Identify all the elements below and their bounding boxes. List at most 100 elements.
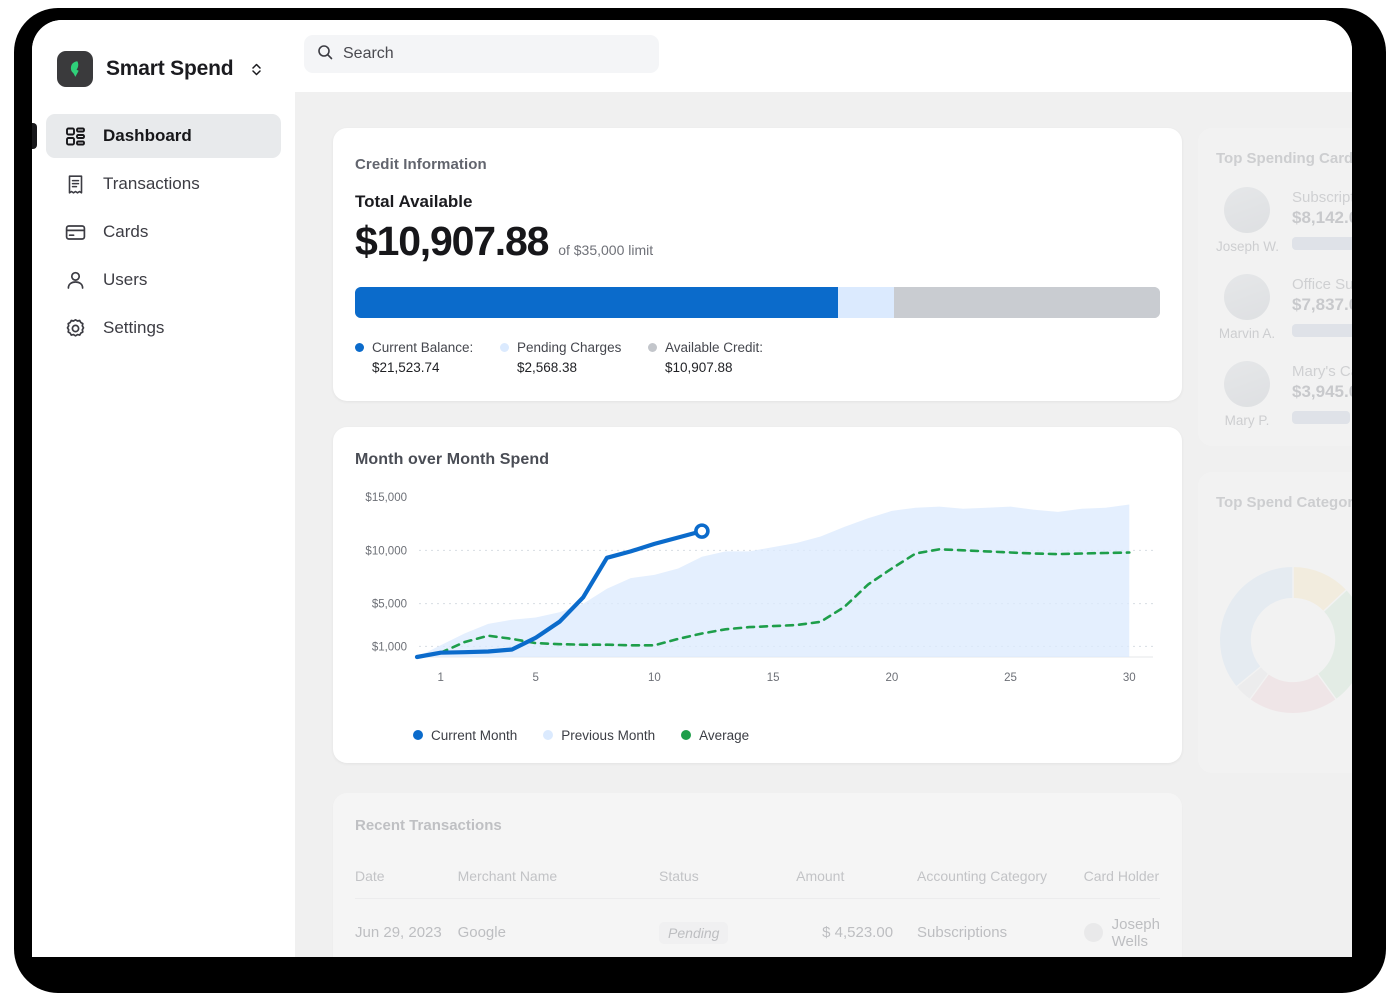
legend-label: Pending Charges: [517, 340, 622, 355]
credit-information-card: Credit Information Total Available $10,9…: [333, 128, 1182, 401]
table-header-row: Date Merchant Name Status Amount Account…: [355, 853, 1160, 899]
sidebar-item-transactions[interactable]: Transactions: [46, 162, 281, 206]
donut-chart: [1216, 525, 1352, 755]
credit-limit-text: of $35,000 limit: [558, 242, 654, 258]
column-header-merchant[interactable]: Merchant Name: [457, 853, 660, 899]
svg-text:5: 5: [533, 672, 539, 684]
legend-label: Available Credit:: [665, 340, 764, 355]
svg-text:30: 30: [1123, 672, 1136, 684]
sidebar-item-users[interactable]: Users: [46, 258, 281, 302]
progress-segment-pending: [838, 287, 895, 318]
spender-progress-bar: [1292, 237, 1352, 250]
spender-amount: $8,142.00: [1292, 208, 1352, 227]
device-frame: Smart Spend Dashboard Transactions Cards…: [14, 8, 1386, 993]
svg-text:1: 1: [438, 672, 444, 684]
spender-category: Subscriptions: [1292, 189, 1352, 206]
spender-category: Office Supplies: [1292, 276, 1352, 293]
chart-legend-item-previous-month[interactable]: Previous Month: [543, 728, 655, 743]
legend-dot: [681, 730, 692, 741]
column-header-amount[interactable]: Amount: [796, 853, 894, 899]
recent-transactions-card: Recent Transactions Date Merchant Name S…: [333, 792, 1182, 957]
list-item[interactable]: Marvin A. Office Supplies $7,837.00: [1216, 274, 1352, 341]
gear-icon: [64, 317, 86, 339]
top-categories-title: Top Spend Categories: [1216, 494, 1352, 511]
grid-icon: [64, 125, 86, 147]
sidebar-item-label: Transactions: [103, 174, 200, 193]
sidebar-item-settings[interactable]: Settings: [46, 306, 281, 350]
total-available-label: Total Available: [355, 192, 473, 211]
top-spending-cards-card: Top Spending Cards Joseph W. Subscriptio…: [1198, 128, 1352, 446]
total-available-amount: $10,907.88: [355, 218, 549, 264]
svg-text:15: 15: [767, 672, 780, 684]
legend-dot: [355, 343, 364, 352]
spender-category: Mary's Card: [1292, 363, 1352, 380]
list-item[interactable]: Joseph W. Subscriptions $8,142.00: [1216, 187, 1352, 254]
legend-label: Average: [699, 727, 750, 743]
sidebar-nav: Dashboard Transactions Cards Users Setti…: [32, 114, 295, 350]
sidebar-item-label: Users: [103, 270, 148, 289]
sidebar-item-cards[interactable]: Cards: [46, 210, 281, 254]
legend-dot: [500, 343, 509, 352]
search-icon: [317, 44, 333, 65]
chevron-updown-icon[interactable]: [250, 62, 263, 77]
column-header-date[interactable]: Date: [355, 853, 458, 899]
svg-text:25: 25: [1004, 672, 1017, 684]
avatar: [1224, 361, 1270, 407]
chart-title: Month over Month Spend: [355, 450, 550, 468]
spender-name: Marvin A.: [1218, 326, 1276, 341]
sidebar: Smart Spend Dashboard Transactions Cards…: [32, 20, 295, 957]
topbar: Search: [295, 20, 1352, 92]
legend-label: Current Balance:: [372, 340, 474, 355]
legend-dot: [648, 343, 657, 352]
column-header-status[interactable]: Status: [659, 853, 797, 899]
cell-amount: $ 4,523.00: [796, 898, 894, 957]
legend-item-current-balance: Current Balance: $21,523.74: [355, 338, 500, 377]
legend-value: $2,568.38: [517, 359, 578, 375]
cell-date: Jun 29, 2023: [355, 898, 458, 957]
svg-text:10: 10: [648, 672, 661, 684]
cell-merchant: Google: [457, 898, 660, 957]
chart-legend-item-average[interactable]: Average: [681, 728, 749, 743]
card-holder-name: Joseph Wells: [1111, 915, 1160, 950]
spender-progress-bar: [1292, 411, 1350, 424]
table-row[interactable]: Jun 29, 2023 Google Pending $ 4,523.00 S…: [355, 898, 1160, 957]
legend-item-available-credit: Available Credit: $10,907.88: [648, 338, 763, 377]
avatar: [1224, 187, 1270, 233]
total-amount-row: $10,907.88 of $35,000 limit: [355, 218, 1160, 265]
credit-progress-bar: [355, 287, 1160, 318]
column-header-category[interactable]: Accounting Category: [893, 853, 1068, 899]
chart-canvas: $1,000 $5,000 $10,000 $15,000 1 5 10 15 20 25 30: [355, 489, 1160, 704]
svg-text:$10,000: $10,000: [365, 545, 407, 557]
brand-switcher[interactable]: Smart Spend: [32, 20, 295, 92]
user-icon: [64, 269, 86, 291]
spender-amount: $7,837.00: [1292, 295, 1352, 314]
right-column: Top Spending Cards Joseph W. Subscriptio…: [1198, 128, 1352, 773]
leaf-icon: [57, 51, 93, 87]
search-input[interactable]: Search: [304, 35, 659, 73]
sidebar-item-dashboard[interactable]: Dashboard: [32, 114, 281, 158]
top-spend-categories-card: Top Spend Categories: [1198, 472, 1352, 773]
main-content: Credit Information Total Available $10,9…: [295, 92, 1352, 957]
svg-text:20: 20: [885, 672, 898, 684]
sidebar-item-label: Settings: [103, 318, 165, 337]
month-over-month-chart-card: Month over Month Spend $1,000 $5,000 $10,0…: [333, 426, 1182, 763]
spender-name: Mary P.: [1224, 413, 1270, 428]
transactions-title: Recent Transactions: [355, 816, 502, 834]
spender-progress-bar: [1292, 324, 1352, 337]
spender-amount: $3,945.00: [1292, 382, 1352, 401]
chart-legend: Current Month Previous Month Average: [355, 728, 1160, 743]
cell-card-holder: Joseph Wells: [1067, 898, 1160, 957]
list-item[interactable]: Mary P. Mary's Card $3,945.00: [1216, 361, 1352, 428]
cell-status: Pending: [659, 898, 797, 957]
legend-label: Previous Month: [561, 727, 656, 743]
svg-text:$5,000: $5,000: [372, 599, 407, 611]
merchant-name: Google: [457, 924, 506, 942]
legend-value: $21,523.74: [372, 359, 440, 375]
sidebar-item-label: Dashboard: [103, 126, 192, 145]
svg-text:$1,000: $1,000: [372, 641, 407, 653]
legend-label: Current Month: [431, 727, 518, 743]
app-screen: Smart Spend Dashboard Transactions Cards…: [32, 20, 1352, 957]
chart-legend-item-current-month[interactable]: Current Month: [413, 728, 517, 743]
left-column: Credit Information Total Available $10,9…: [333, 128, 1182, 957]
column-header-card-holder[interactable]: Card Holder: [1067, 853, 1160, 899]
